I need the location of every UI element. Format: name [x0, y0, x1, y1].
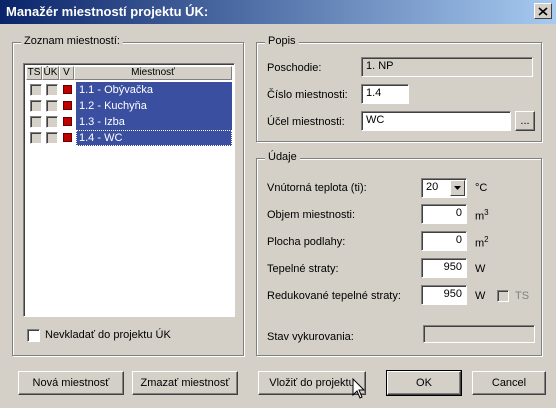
room-list[interactable]: TS ÚK V Miestnosť 1.1 - Obývačka 1.2 - K…	[23, 63, 235, 317]
room-row[interactable]: 1.3 - Izba	[26, 114, 232, 130]
ts-checkbox-disabled[interactable]	[497, 290, 509, 302]
room-marker	[63, 117, 72, 126]
teplota-label: Vnútorná teplota (ti):	[267, 182, 367, 194]
close-icon	[538, 6, 548, 16]
plocha-label: Plocha podlahy:	[267, 236, 346, 248]
objem-label: Objem miestnosti:	[267, 209, 356, 221]
popis-group: Popis Poschodie: 1. NP Číslo miestnosti:…	[256, 35, 542, 142]
popis-group-title: Popis	[265, 35, 299, 47]
poschodie-label: Poschodie:	[267, 62, 322, 74]
room-marker	[63, 85, 72, 94]
exclude-label: Nevkladať do projektu ÚK	[45, 329, 171, 341]
uk-checkbox[interactable]	[46, 100, 58, 112]
room-marker	[63, 101, 72, 110]
header-uk[interactable]: ÚK	[42, 66, 59, 80]
plocha-unit-exponent: 2	[484, 235, 489, 244]
mouse-cursor-icon	[352, 378, 366, 399]
poschodie-field: 1. NP	[361, 57, 533, 77]
browse-button[interactable]: ...	[515, 111, 535, 131]
room-row[interactable]: 1.1 - Obývačka	[26, 82, 232, 98]
teplota-dropdown-button[interactable]	[450, 180, 465, 196]
ts-checkbox[interactable]	[30, 132, 42, 144]
ucel-field[interactable]: WC	[361, 111, 511, 131]
room-row[interactable]: 1.2 - Kuchyňa	[26, 98, 232, 114]
objem-unit-base: m	[475, 210, 485, 223]
room-marker	[63, 133, 72, 142]
cancel-button[interactable]: Cancel	[472, 371, 546, 395]
teplota-unit: °C	[475, 182, 488, 194]
header-room-name[interactable]: Miestnosť	[74, 66, 232, 80]
room-list-group: Zoznam miestností: TS ÚK V Miestnosť 1.1…	[12, 35, 244, 356]
red-straty-label: Redukované tepelné straty:	[267, 290, 401, 302]
objem-unit: m3	[475, 208, 489, 223]
straty-label: Tepelné straty:	[267, 263, 339, 275]
close-button[interactable]	[534, 3, 552, 19]
exclude-checkbox[interactable]	[27, 329, 40, 342]
objem-field[interactable]: 0	[421, 204, 467, 224]
room-list-group-title: Zoznam miestností:	[21, 35, 123, 47]
room-row[interactable]: 1.4 - WC	[26, 130, 232, 146]
red-straty-unit: W	[475, 290, 486, 302]
plocha-field[interactable]: 0	[421, 231, 467, 251]
delete-room-button[interactable]: Zmazať miestnosť	[132, 371, 238, 395]
objem-unit-exponent: 3	[484, 208, 489, 217]
red-straty-field[interactable]: 950	[421, 285, 467, 305]
new-room-button[interactable]: Nová miestnosť	[18, 371, 124, 395]
dialog-window: Manažér miestností projektu ÚK: Zoznam m…	[0, 0, 556, 408]
plocha-unit-base: m	[475, 237, 485, 250]
stav-label: Stav vykurovania:	[267, 331, 354, 343]
straty-unit: W	[475, 263, 486, 275]
uk-checkbox[interactable]	[46, 84, 58, 96]
teplota-select[interactable]: 20	[421, 178, 467, 198]
teplota-value: 20	[426, 181, 439, 193]
room-name[interactable]: 1.1 - Obývačka	[76, 82, 232, 98]
ok-button[interactable]: OK	[386, 370, 462, 396]
ts-checkbox[interactable]	[30, 100, 42, 112]
ts-checkbox[interactable]	[30, 116, 42, 128]
title-bar[interactable]: Manažér miestností projektu ÚK:	[0, 0, 556, 24]
plocha-unit: m2	[475, 235, 489, 250]
ts-checkbox[interactable]	[30, 84, 42, 96]
stav-field	[423, 325, 535, 343]
window-title: Manažér miestností projektu ÚK:	[6, 4, 209, 19]
room-name[interactable]: 1.4 - WC	[76, 130, 232, 146]
uk-checkbox[interactable]	[46, 116, 58, 128]
chevron-down-icon	[454, 186, 461, 190]
room-name[interactable]: 1.2 - Kuchyňa	[76, 98, 232, 114]
cislo-label: Číslo miestnosti:	[267, 89, 348, 101]
udaje-group: Údaje Vnútorná teplota (ti): 20 °C Objem…	[256, 151, 542, 356]
cislo-field[interactable]: 1.4	[361, 84, 409, 104]
ts-label: TS	[515, 290, 530, 302]
room-name[interactable]: 1.3 - Izba	[76, 114, 232, 130]
uk-checkbox[interactable]	[46, 132, 58, 144]
straty-field[interactable]: 950	[421, 258, 467, 278]
udaje-group-title: Údaje	[265, 151, 300, 163]
header-ts[interactable]: TS	[26, 66, 42, 80]
header-v[interactable]: V	[59, 66, 74, 80]
ucel-label: Účel miestnosti:	[267, 116, 345, 128]
insert-project-button[interactable]: Vložiť do projektu	[258, 371, 366, 395]
